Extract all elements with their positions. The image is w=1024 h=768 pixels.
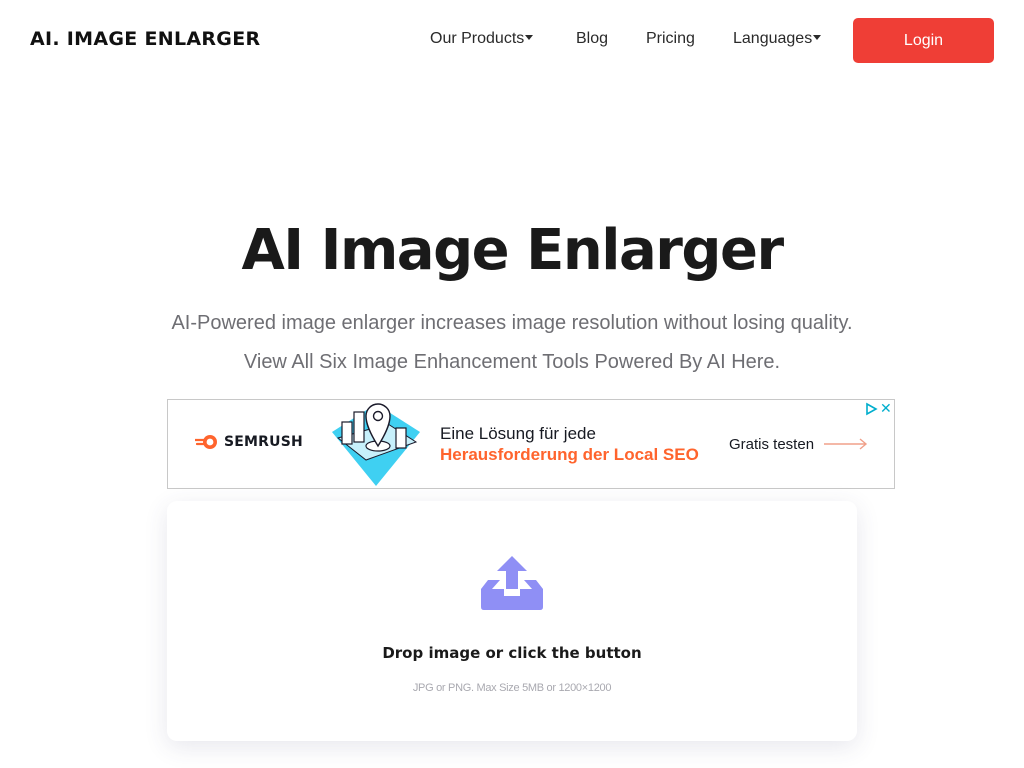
ad-brand-logo: SEMRUSH (195, 434, 303, 450)
upload-icon (481, 556, 543, 610)
ad-headline-highlight: Herausforderung der Local SEO (440, 445, 699, 464)
ad-banner[interactable]: SEMRUSH Eine Lösung für jede Herausforde… (167, 399, 895, 489)
nav-label: Blog (576, 30, 609, 47)
map-pin-illustration-icon (332, 403, 420, 486)
ad-close-icon[interactable]: ✕ (880, 401, 893, 415)
hero-subtitle: AI-Powered image enlarger increases imag… (171, 312, 853, 334)
site-logo[interactable]: AI. IMAGE ENLARGER (30, 28, 260, 50)
nav-blog[interactable]: Blog (576, 30, 608, 48)
nav-pricing[interactable]: Pricing (646, 30, 695, 48)
site-header: AI. IMAGE ENLARGER Our Products Blog Pri… (0, 0, 1024, 80)
nav-our-products[interactable]: Our Products (430, 30, 534, 48)
semrush-flame-icon (195, 435, 217, 449)
upload-hint: JPG or PNG. Max Size 5MB or 1200×1200 (412, 682, 612, 694)
nav-label: Languages (733, 30, 813, 47)
caret-down-icon (813, 34, 822, 40)
ad-brand-name: SEMRUSH (224, 434, 303, 450)
nav-label: Our Products (430, 30, 525, 47)
upload-title: Drop image or click the button (382, 644, 642, 662)
caret-down-icon (525, 34, 534, 40)
page-title: AI Image Enlarger (241, 218, 784, 283)
nav-label: Pricing (646, 30, 695, 47)
nav-languages[interactable]: Languages (733, 30, 822, 48)
ad-cta-label[interactable]: Gratis testen (729, 436, 814, 453)
adchoices-icon[interactable] (864, 402, 878, 416)
tools-link[interactable]: View All Six Image Enhancement Tools Pow… (0, 351, 1024, 374)
login-button[interactable]: Login (853, 18, 994, 63)
upload-dropzone[interactable]: Drop image or click the button JPG or PN… (167, 501, 857, 741)
arrow-right-icon (824, 438, 868, 450)
ad-headline: Eine Lösung für jede (440, 424, 596, 443)
